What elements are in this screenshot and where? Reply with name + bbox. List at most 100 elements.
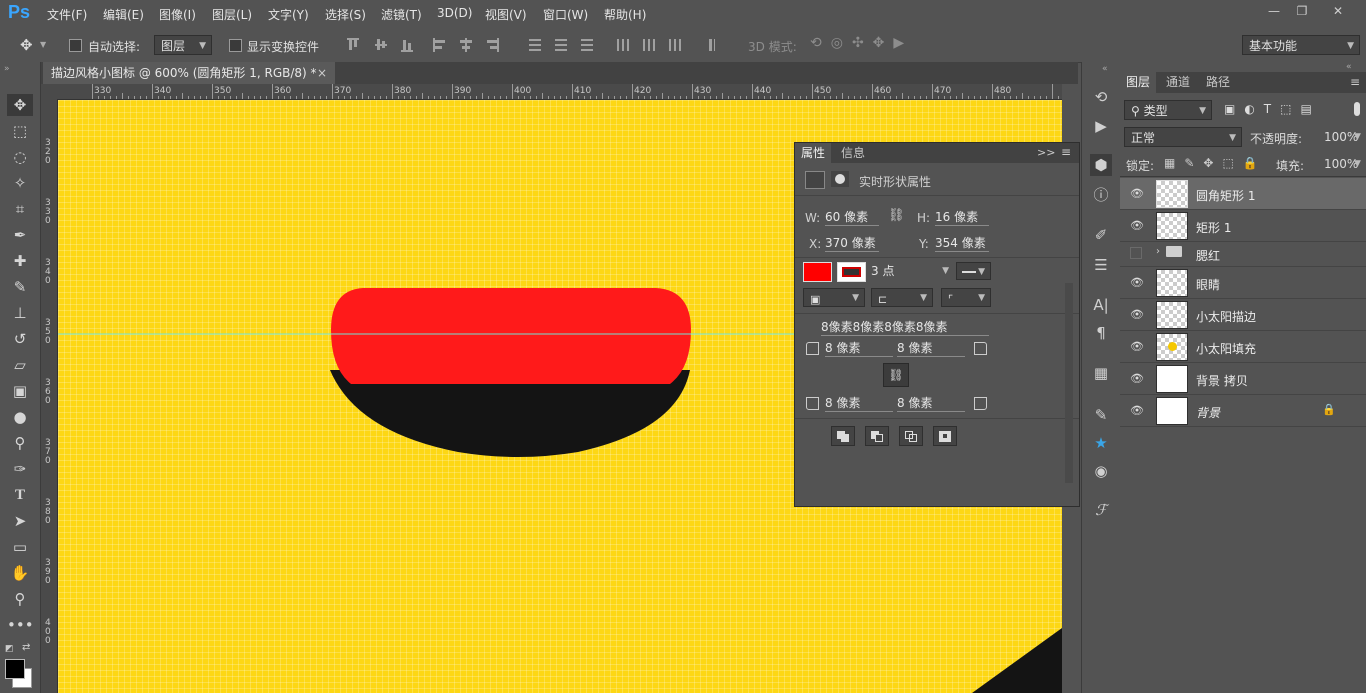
history-brush-tool-icon[interactable]: ↺ (7, 328, 33, 350)
visibility-empty-box[interactable] (1130, 247, 1142, 259)
visibility-eye-icon[interactable]: 👁 (1130, 276, 1144, 289)
link-icon[interactable]: ⛓ (888, 208, 905, 223)
tab-channels[interactable]: 通道 (1160, 72, 1196, 93)
layer-row[interactable]: 👁 矩形 1 (1120, 210, 1366, 242)
properties-scrollbar[interactable] (1065, 283, 1073, 483)
menu-file[interactable]: 文件(F) (47, 6, 87, 23)
brush-settings-icon[interactable]: ✎ (1090, 404, 1112, 426)
stroke-cap-dropdown[interactable]: ⊏ ▼ (871, 288, 933, 307)
eraser-tool-icon[interactable]: ▱ (7, 354, 33, 376)
vertical-ruler[interactable]: 3 2 0 3 3 0 3 4 0 3 5 0 3 6 0 3 7 0 3 8 … (41, 99, 58, 693)
lock-icons[interactable]: ▦✎✥⬚🔒 (1164, 156, 1267, 170)
panel-menu-icon[interactable]: ≡ (1350, 75, 1360, 89)
visibility-eye-icon[interactable]: 👁 (1130, 372, 1144, 385)
layer-row[interactable]: 👁 小太阳填充 (1120, 331, 1366, 363)
foreground-color-swatch[interactable] (5, 659, 25, 679)
glyphs-grid-icon[interactable]: ▦ (1090, 362, 1112, 384)
crop-tool-icon[interactable]: ⌗ (7, 198, 33, 220)
radius-top-left-input[interactable]: 8 像素 (825, 341, 893, 357)
path-exclude-button[interactable] (933, 426, 957, 446)
chevron-down-icon[interactable]: ▼ (1354, 159, 1361, 169)
mask-properties-icon[interactable] (831, 171, 849, 187)
type-tool-icon[interactable]: T (7, 484, 33, 506)
healing-brush-tool-icon[interactable]: ✚ (7, 250, 33, 272)
close-tab-icon[interactable]: × (317, 62, 327, 84)
info-icon[interactable]: ⓘ (1090, 184, 1112, 206)
tab-paths[interactable]: 路径 (1200, 72, 1236, 93)
x-input[interactable]: 370 像素 (825, 236, 879, 252)
visibility-eye-icon[interactable]: 👁 (1130, 187, 1144, 200)
chevron-down-icon[interactable]: ▼ (1354, 132, 1361, 142)
collapse-panels-icon[interactable]: « (1102, 64, 1108, 74)
layer-filter-icons[interactable]: ▣◐T⬚▤ (1224, 102, 1321, 116)
menu-type[interactable]: 文字(Y) (268, 6, 309, 23)
layer-row[interactable]: 👁 眼睛 (1120, 267, 1366, 299)
auto-select-checkbox[interactable] (69, 39, 82, 52)
y-input[interactable]: 354 像素 (935, 236, 989, 252)
layer-filter-dropdown[interactable]: ⚲ 类型 ▼ (1124, 100, 1212, 120)
layer-group-row[interactable]: › 腮红 (1120, 242, 1366, 267)
path-subtract-button[interactable] (865, 426, 889, 446)
panel-menu-icon[interactable]: ≡ (1061, 145, 1071, 159)
menu-edit[interactable]: 编辑(E) (103, 6, 144, 23)
fill-color-swatch[interactable] (803, 262, 832, 282)
gradient-tool-icon[interactable]: ▣ (7, 380, 33, 402)
corner-radii-summary[interactable]: 8像素8像素8像素8像素 (821, 320, 989, 336)
layer-row[interactable]: 👁 背景 拷贝 (1120, 363, 1366, 395)
tab-info[interactable]: 信息 (835, 143, 871, 163)
star-icon[interactable]: ★ (1090, 432, 1112, 454)
paragraph-icon[interactable]: ¶ (1090, 322, 1112, 344)
lasso-tool-icon[interactable]: ◌ (7, 146, 33, 168)
radius-bottom-right-input[interactable]: 8 像素 (897, 396, 965, 412)
swap-colors-icon[interactable]: ⇄ (22, 642, 30, 653)
restore-button[interactable]: ❐ (1290, 2, 1314, 20)
show-transform-checkbox[interactable] (229, 39, 242, 52)
eyedropper-tool-icon[interactable]: ✒ (7, 224, 33, 246)
menu-select[interactable]: 选择(S) (325, 6, 366, 23)
marquee-tool-icon[interactable]: ⬚ (7, 120, 33, 142)
3d-icon[interactable]: ⬢ (1090, 154, 1112, 176)
auto-select-dropdown[interactable]: 图层 ▼ (154, 35, 212, 55)
adjust-sliders-icon[interactable]: ☰ (1090, 254, 1112, 276)
stroke-align-dropdown[interactable]: ▣ ▼ (803, 288, 865, 307)
workspace-dropdown[interactable]: 基本功能 ▼ (1242, 35, 1360, 55)
blur-tool-icon[interactable]: ● (7, 406, 33, 428)
shape-properties-icon[interactable] (805, 171, 825, 189)
actions-play-icon[interactable]: ▶ (1090, 115, 1112, 137)
blend-mode-dropdown[interactable]: 正常 ▼ (1124, 127, 1242, 147)
menu-view[interactable]: 视图(V) (485, 6, 527, 23)
stroke-width-dropdown[interactable]: 3 点 ▼ (871, 264, 951, 279)
ruler-origin[interactable] (41, 84, 58, 99)
panel-expand-icon[interactable]: >> (1037, 146, 1055, 159)
minimize-button[interactable]: — (1262, 2, 1286, 20)
path-selection-tool-icon[interactable]: ➤ (7, 510, 33, 532)
magic-wand-tool-icon[interactable]: ✧ (7, 172, 33, 194)
dodge-tool-icon[interactable]: ⚲ (7, 432, 33, 454)
layer-row[interactable]: 👁 背景 🔒 (1120, 395, 1366, 427)
close-window-button[interactable]: ✕ (1326, 2, 1350, 20)
font-icon[interactable]: ℱ (1090, 500, 1112, 522)
pen-tool-icon[interactable]: ✑ (7, 458, 33, 480)
more-tools-icon[interactable]: ••• (7, 614, 34, 636)
tab-properties[interactable]: 属性 (795, 143, 832, 163)
path-combine-button[interactable] (831, 426, 855, 446)
horizontal-ruler[interactable]: 330 340 350 360 370 380 390 400 410 420 … (58, 84, 1063, 100)
radius-bottom-left-input[interactable]: 8 像素 (825, 396, 893, 412)
layer-row[interactable]: 👁 小太阳描边 (1120, 299, 1366, 331)
radius-top-right-input[interactable]: 8 像素 (897, 341, 965, 357)
path-intersect-button[interactable] (899, 426, 923, 446)
filter-toggle[interactable] (1354, 102, 1360, 116)
stroke-color-swatch[interactable] (837, 262, 866, 282)
default-colors-icon[interactable]: ◩ (5, 644, 14, 654)
menu-image[interactable]: 图像(I) (159, 6, 196, 23)
move-tool-icon[interactable]: ✥ (20, 36, 33, 54)
stroke-corner-dropdown[interactable]: ⌜ ▼ (941, 288, 991, 307)
brush-presets-icon[interactable]: ✐ (1090, 224, 1112, 246)
move-tool-icon[interactable]: ✥ (7, 94, 33, 116)
stroke-type-dropdown[interactable]: ▼ (956, 262, 991, 280)
menu-window[interactable]: 窗口(W) (543, 6, 588, 23)
width-input[interactable]: 60 像素 (825, 210, 879, 226)
tool-preset-chevron-icon[interactable]: ▼ (40, 40, 46, 49)
link-radii-button[interactable]: ⛓ (883, 363, 909, 387)
zoom-tool-icon[interactable]: ⚲ (7, 588, 33, 610)
